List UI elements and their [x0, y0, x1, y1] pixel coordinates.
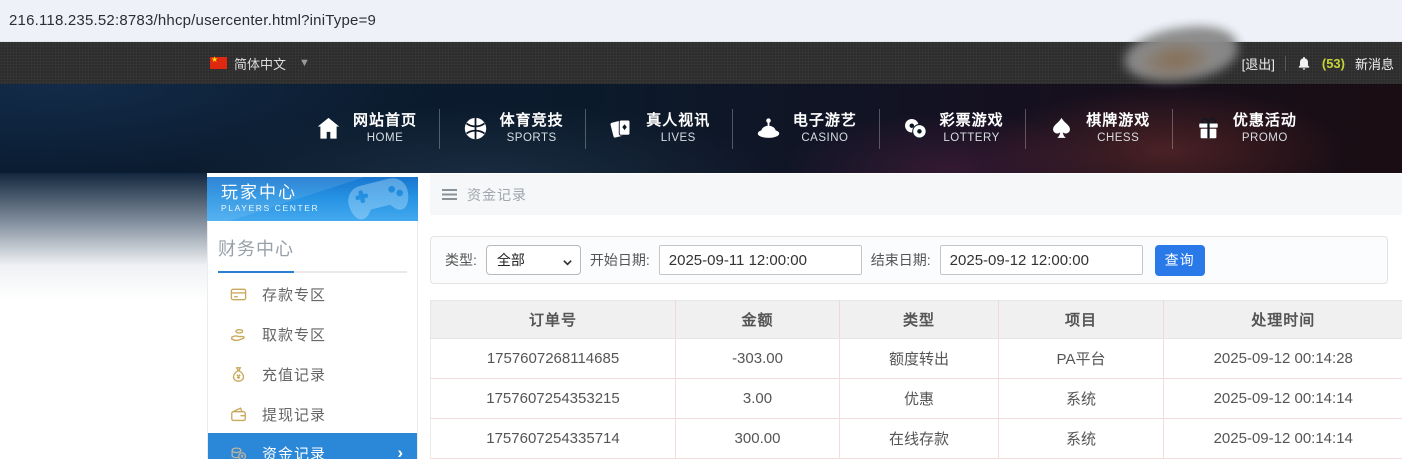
- col-project: 项目: [998, 300, 1164, 339]
- language-label: 简体中文: [234, 56, 287, 72]
- china-flag-icon: ★: [210, 55, 227, 69]
- money-bag-icon: [229, 365, 248, 384]
- breadcrumb: 资金记录: [430, 174, 1402, 215]
- search-button[interactable]: 查询: [1154, 244, 1205, 276]
- menu-icon: [442, 189, 457, 200]
- funds-record-table: 订单号 金额 类型 项目 处理时间 1757607268114685 -303.…: [430, 300, 1402, 459]
- screen: 216.118.235.52:8783/hhcp/usercenter.html…: [0, 0, 1402, 459]
- nav-divider: [1172, 108, 1174, 149]
- sidebar-item-recharge-record[interactable]: 充值记录 ›: [208, 354, 417, 394]
- type-select[interactable]: 全部: [485, 245, 581, 275]
- sidebar-item-withdrawal-record[interactable]: 提现记录 ›: [208, 394, 417, 434]
- new-messages-link[interactable]: 新消息: [1355, 54, 1394, 73]
- nav-item-casino[interactable]: 电子游艺 CASINO: [755, 112, 857, 145]
- col-type: 类型: [839, 300, 999, 339]
- col-amount: 金额: [675, 300, 840, 339]
- sidebar-menu: 财务中心 存款专区 › 取款专区 › 充值记录: [207, 221, 418, 459]
- chevron-down-icon: [562, 255, 573, 266]
- sidebar-item-withdraw-zone[interactable]: 取款专区 ›: [208, 314, 417, 354]
- message-count[interactable]: (53): [1322, 56, 1345, 71]
- table-row: 1757607268114685 -303.00 额度转出 PA平台 2025-…: [430, 338, 1402, 379]
- language-selector[interactable]: ★ 简体中文 ▼: [210, 54, 310, 73]
- gift-icon: [1195, 115, 1222, 142]
- main-navigation: 网站首页 HOME 体育竞技 SPORTS 真人视讯 LIVES 电子游艺 CA…: [0, 84, 1402, 173]
- filter-bar: 类型: 全部 开始日期: 结束日期: 查询: [430, 236, 1388, 284]
- page-url[interactable]: 216.118.235.52:8783/hhcp/usercenter.html…: [9, 12, 376, 29]
- divider: [1284, 55, 1286, 71]
- finance-section-title: 财务中心: [218, 239, 294, 259]
- end-date-input[interactable]: [939, 245, 1143, 275]
- coins-icon: [229, 444, 248, 459]
- account-actions: [退出] (53) 新消息: [1242, 54, 1394, 73]
- chevron-down-icon: ▼: [299, 57, 310, 69]
- home-icon: [315, 115, 342, 142]
- wallet-icon: [229, 405, 248, 424]
- nav-divider: [732, 108, 734, 149]
- sidebar-item-deposit-zone[interactable]: 存款专区 ›: [208, 274, 417, 314]
- withdraw-hand-icon: [229, 325, 248, 344]
- nav-divider: [878, 108, 880, 149]
- notification-bell-icon[interactable]: [1296, 55, 1312, 71]
- start-date-input[interactable]: [658, 245, 862, 275]
- background-fade: [0, 173, 207, 301]
- start-date-label: 开始日期:: [589, 252, 650, 268]
- deposit-card-icon: [229, 285, 248, 304]
- nav-divider: [438, 108, 440, 149]
- table-row: 1757607254353215 3.00 优惠 系统 2025-09-12 0…: [430, 378, 1402, 419]
- sidebar-item-funds-record[interactable]: 资金记录 ›: [208, 433, 417, 459]
- lottery-balls-icon: [902, 115, 929, 142]
- table-header-row: 订单号 金额 类型 项目 处理时间: [430, 300, 1402, 339]
- players-center-header: 玩家中心 PLAYERS CENTER: [207, 177, 418, 221]
- end-date-label: 结束日期:: [870, 252, 931, 268]
- table-row: 1757607254335714 300.00 在线存款 系统 2025-09-…: [430, 418, 1402, 459]
- sidebar: 玩家中心 PLAYERS CENTER 财务中心 存款专区 › 取款专区: [207, 177, 418, 459]
- page-title: 资金记录: [467, 186, 527, 203]
- nav-item-home[interactable]: 网站首页 HOME: [315, 112, 417, 145]
- col-order-id: 订单号: [430, 300, 676, 339]
- nav-item-promo[interactable]: 优惠活动 PROMO: [1195, 112, 1297, 145]
- nav-divider: [1025, 108, 1027, 149]
- nav-item-sports[interactable]: 体育竞技 SPORTS: [462, 112, 564, 145]
- chevron-right-icon: ›: [397, 443, 403, 459]
- cards-icon: [608, 115, 635, 142]
- nav-item-chess[interactable]: 棋牌游戏 CHESS: [1048, 112, 1150, 145]
- type-label: 类型:: [445, 252, 477, 268]
- roulette-icon: [755, 115, 782, 142]
- nav-item-lives[interactable]: 真人视讯 LIVES: [608, 112, 710, 145]
- col-process-time: 处理时间: [1163, 300, 1402, 339]
- section-underline: [218, 271, 407, 273]
- spade-icon: [1048, 115, 1075, 142]
- sports-ball-icon: [462, 115, 489, 142]
- logout-link[interactable]: [退出]: [1242, 54, 1275, 73]
- nav-item-lottery[interactable]: 彩票游戏 LOTTERY: [902, 112, 1004, 145]
- nav-divider: [585, 108, 587, 149]
